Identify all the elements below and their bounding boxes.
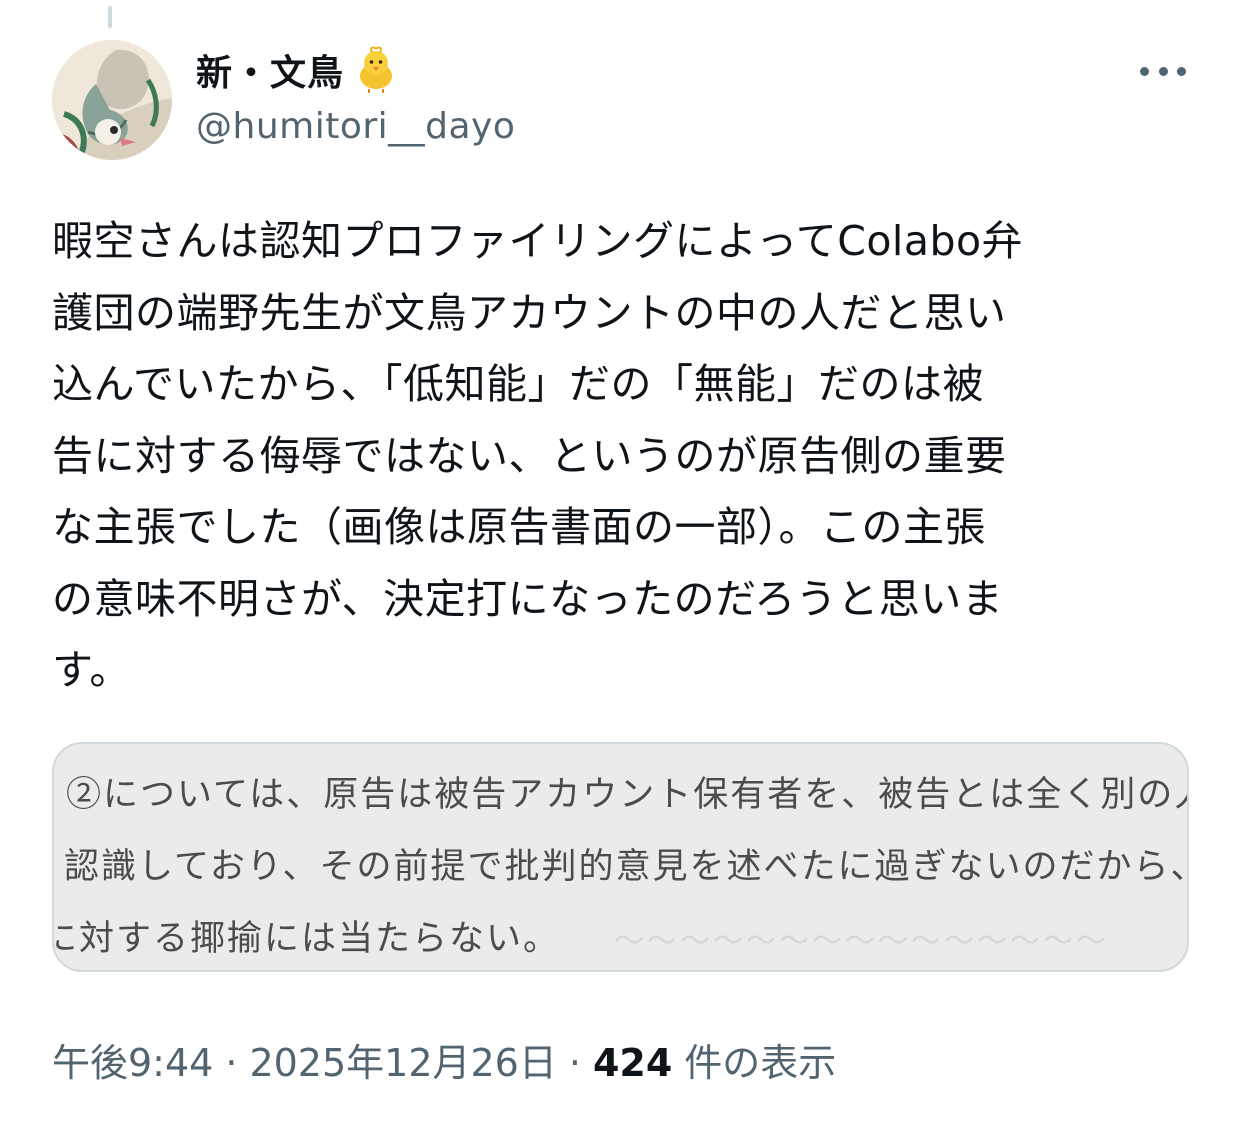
tweet-text: 暇空さんは認知プロファイリングによってColabo弁 護団の端野先生が文鳥アカウ…	[52, 217, 1024, 694]
author-name-row[interactable]: 新・文鳥	[196, 42, 400, 98]
attached-image[interactable]: ②については、原告は被告アカウント保有者を、被告とは全く別の人物た 認識しており…	[52, 742, 1189, 972]
avatar[interactable]	[52, 40, 172, 160]
more-options-icon[interactable]	[1140, 54, 1186, 88]
chick-icon	[352, 46, 400, 94]
separator-dot: ·	[568, 1041, 581, 1085]
separator-dot: ·	[225, 1041, 238, 1085]
bleed-through-texture: 〜〜〜〜〜〜〜〜〜〜〜〜〜〜〜	[614, 924, 1109, 959]
author-display-name[interactable]: 新・文鳥	[196, 44, 344, 96]
document-line: 認識しており、その前提で批判的意見を述べたに過ぎないのだから、被告	[64, 847, 1189, 887]
tweet-meta: 午後9:44 · 2025年12月26日 · 424 件の表示	[52, 1032, 836, 1087]
tweet-time[interactable]: 午後9:44	[52, 1032, 213, 1087]
views-label[interactable]: 件の表示	[684, 1032, 836, 1087]
tweet-date[interactable]: 2025年12月26日	[249, 1032, 556, 1087]
thread-connector-line	[108, 6, 112, 28]
avatar-bird-illustration	[52, 40, 172, 160]
document-line: に対する揶揄には当たらない。	[52, 919, 561, 959]
document-line: ②については、原告は被告アカウント保有者を、被告とは全く別の人物た	[66, 775, 1189, 815]
views-count[interactable]: 424	[593, 1041, 672, 1085]
author-handle[interactable]: @humitori__dayo	[196, 106, 515, 147]
